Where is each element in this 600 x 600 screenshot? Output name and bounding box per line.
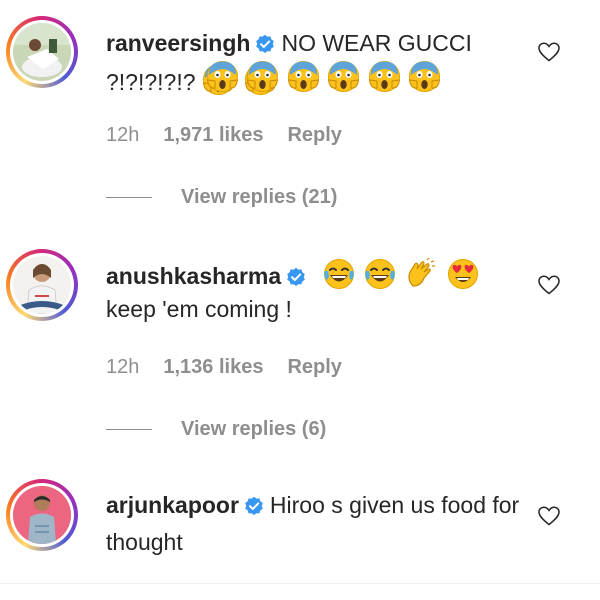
comment-text: keep 'em coming ! [106,296,292,322]
avatar-story-ring[interactable] [6,16,78,88]
emoji-row [323,257,482,289]
replies-divider [106,429,152,430]
comment-meta: 12h 1,971 likes Reply [106,124,342,147]
face-screaming-in-fear-icon [408,60,441,98]
view-replies-button[interactable]: View replies (6) [106,418,326,441]
replies-divider [106,197,152,198]
reply-button[interactable]: Reply [287,356,341,379]
like-heart-icon[interactable] [537,40,561,64]
emoji-row-continued [206,60,444,98]
comment-likes[interactable]: 1,136 likes [163,356,263,379]
verified-badge-icon [255,29,275,63]
comment-meta: 12h 1,136 likes Reply [106,356,342,379]
comment-text-line: keep 'em coming ! [106,292,526,326]
like-heart-icon[interactable] [537,504,561,528]
face-screaming-in-fear-icon [287,60,320,98]
avatar [13,486,71,544]
face-screaming-in-fear-icon [246,60,279,98]
comment-likes[interactable]: 1,971 likes [163,124,263,147]
verified-badge-icon [286,262,306,296]
face-screaming-in-fear-icon [206,60,239,98]
face-screaming-in-fear-icon [327,60,360,98]
view-replies-label: View replies (21) [181,186,338,208]
avatar [13,256,71,314]
comment-time[interactable]: 12h [106,124,139,147]
avatar-story-ring[interactable] [6,479,78,551]
avatar-story-ring[interactable] [6,249,78,321]
verified-badge-icon [244,491,264,525]
avatar [13,23,71,81]
comment-username[interactable]: ranveersingh [106,30,250,56]
view-replies-label: View replies (6) [181,418,327,440]
bottom-divider [0,583,600,584]
view-replies-button[interactable]: View replies (21) [106,186,337,209]
face-screaming-in-fear-icon [368,60,401,98]
comment-username[interactable]: anushkasharma [106,263,281,289]
like-heart-icon[interactable] [537,273,561,297]
comment-username[interactable]: arjunkapoor [106,492,239,518]
comment-time[interactable]: 12h [106,356,139,379]
comment-body: arjunkapoor Hiroo s given us food for tho… [106,488,526,559]
reply-button[interactable]: Reply [287,124,341,147]
